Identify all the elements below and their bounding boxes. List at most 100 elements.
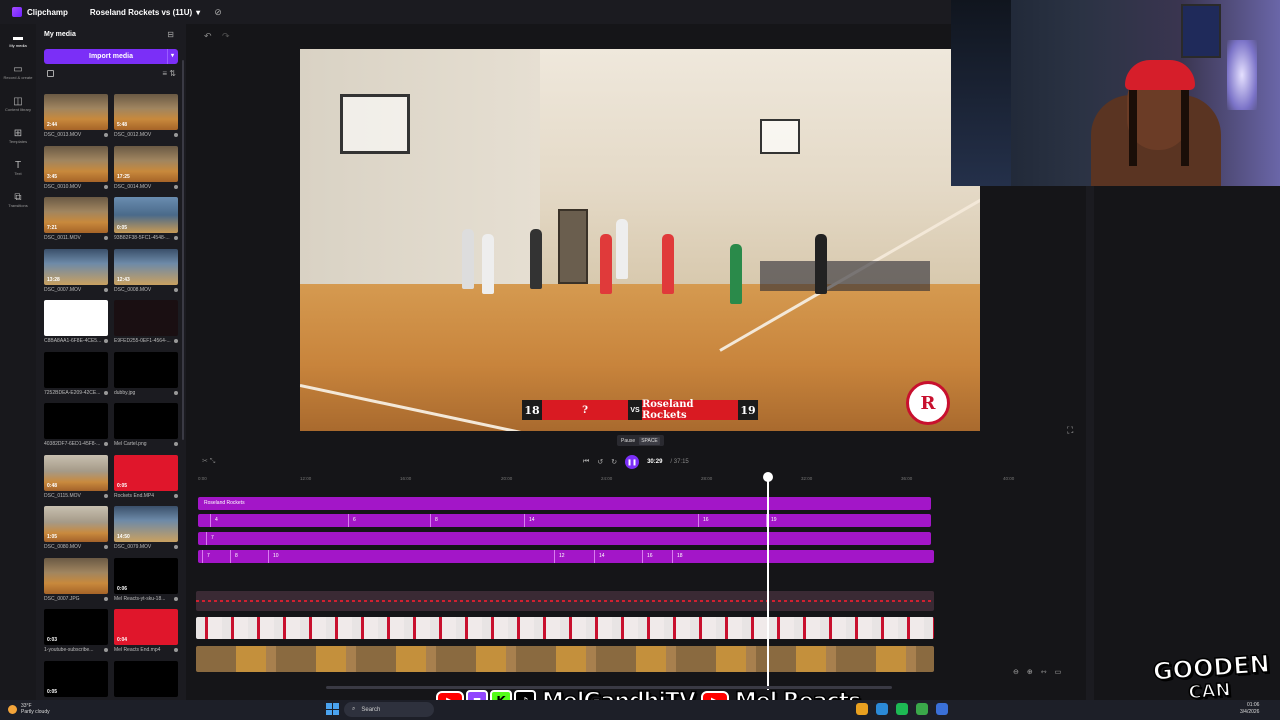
edge-icon[interactable] (876, 703, 888, 715)
logo-overlay-track[interactable] (196, 617, 934, 639)
zoom-out-icon[interactable]: ⊖ (1013, 668, 1019, 676)
weather-widget[interactable]: 33°F Partly cloudy (8, 703, 50, 715)
media-item[interactable]: 7252BDEA-E209-42CE... (44, 351, 108, 404)
text-clip[interactable]: 16 (698, 514, 709, 527)
weather-icon (8, 704, 17, 714)
rail-item-templates[interactable]: ⊞ Templates (0, 120, 36, 152)
app-icon[interactable] (936, 703, 948, 715)
zoom-in-icon[interactable]: ⊕ (1027, 668, 1033, 676)
rail-item-content-library[interactable]: ◫ Content library (0, 88, 36, 120)
media-item[interactable]: E9FED255-0EF1-4564-... (114, 300, 178, 352)
media-name: DSC_0010.MOV (44, 183, 82, 190)
rewind-icon[interactable]: ↺ (597, 458, 603, 466)
rail-item-transitions[interactable]: ⧉ Transitions (0, 184, 36, 216)
media-item[interactable]: 2:44 DSC_0013.MOV (44, 94, 108, 146)
import-media-label: Import media (89, 53, 133, 60)
media-status-dot (104, 442, 108, 446)
pause-button[interactable]: ❚❚ (625, 455, 640, 469)
project-name: Roseland Rockets vs (11U) (89, 7, 193, 17)
app-icon[interactable] (916, 703, 928, 715)
media-item[interactable]: DSC_0007.JPG (44, 557, 108, 610)
audio-track[interactable] (196, 591, 934, 611)
text-clip[interactable]: 18 (672, 550, 683, 563)
spotify-icon[interactable] (896, 703, 908, 715)
media-item[interactable]: Mel Cartel.png (114, 403, 178, 455)
properties-panel (1094, 186, 1244, 700)
text-clip[interactable]: 14 (524, 514, 535, 527)
select-all-checkbox[interactable] (47, 70, 54, 77)
media-scrollbar[interactable] (182, 60, 184, 440)
text-clip[interactable]: 8 (430, 514, 438, 527)
media-duration: 2:44 (47, 122, 58, 128)
playhead[interactable] (767, 476, 769, 690)
sort-filter-icon[interactable]: ≡ ⇅ (162, 69, 176, 78)
fit-timeline-icon[interactable]: ⇿ (1041, 668, 1047, 676)
app-name: Clipchamp (27, 7, 68, 17)
media-item[interactable]: 13:28 DSC_0007.MOV (44, 248, 108, 301)
text-clip[interactable]: 7 (206, 532, 214, 545)
title-track[interactable]: Roseland Rockets (198, 497, 931, 510)
cloud-sync-icon[interactable]: ⊘ (214, 7, 222, 18)
project-name-dropdown[interactable]: Roseland Rockets vs (11U) ▾ (90, 8, 200, 17)
media-item[interactable]: 0:05 93B82F38-5FC1-4548-... (114, 197, 178, 249)
media-duration: 3:45 (47, 173, 58, 180)
media-item[interactable]: C8BA8AA1-6F8E-4CE5... (44, 300, 108, 352)
current-time: 30:29 (647, 459, 663, 465)
text-track-3[interactable]: 7 (198, 532, 931, 545)
media-duration: 7:21 (47, 225, 58, 231)
media-item[interactable]: 7:21 DSC_0011.MOV (44, 197, 108, 249)
import-media-button[interactable]: Import media ▾ (44, 49, 178, 64)
text-track-4[interactable]: 7 8 10 12 14 16 18 (198, 550, 934, 563)
media-item[interactable]: 17:25 DSC_0014.MOV (114, 145, 178, 198)
media-panel-title: My media (44, 31, 76, 38)
media-thumbnail: 12:43 (114, 248, 178, 285)
media-item[interactable]: 5:48 DSC_0012.MOV (114, 94, 178, 146)
media-item[interactable]: 40382DF7-6ED1-45F8-... (44, 403, 108, 455)
split-tool-icon[interactable]: ✂ ⤡ (202, 457, 215, 466)
ruler-tick-label: 16:00 (400, 476, 412, 481)
media-thumbnail: 5:48 (114, 94, 178, 130)
media-item[interactable]: 12:43 DSC_0008.MOV (114, 248, 178, 301)
start-button-icon[interactable] (326, 703, 339, 715)
media-duration: 17:25 (117, 173, 130, 180)
text-clip[interactable]: 8 (230, 550, 238, 563)
media-item[interactable]: 0:05 Rockets End.MP4 (114, 454, 178, 507)
media-item[interactable]: 0:03 1-youtube-subscribe... (44, 609, 108, 661)
media-thumbnail (114, 300, 178, 336)
media-item[interactable]: dubby.jpg (114, 351, 178, 404)
text-clip[interactable]: 10 (268, 550, 279, 563)
text-clip[interactable]: 6 (348, 514, 356, 527)
title-clip[interactable]: Roseland Rockets (200, 497, 245, 510)
text-clip[interactable]: 12 (554, 550, 565, 563)
media-item[interactable]: 14:50 DSC_0079.MOV (114, 506, 178, 558)
clock[interactable]: 01:06 3/4/2026 (1240, 702, 1259, 716)
collapse-panel-icon[interactable]: ⊟ (167, 30, 174, 39)
text-track-2[interactable]: 4 6 8 14 16 19 (198, 514, 931, 527)
rail-item-my-media[interactable]: ▬ My media (0, 24, 36, 56)
chrome-icon[interactable] (856, 703, 868, 715)
video-track[interactable] (196, 646, 934, 672)
forward-icon[interactable]: ↻ (611, 458, 617, 466)
skip-back-icon[interactable]: ⏮ (583, 458, 589, 466)
video-preview[interactable]: 18 ? VS Roseland Rockets 19 R (300, 49, 980, 431)
redo-icon[interactable]: ↷ (222, 31, 230, 42)
chevron-down-icon[interactable]: ▾ (166, 49, 174, 64)
media-item[interactable]: 1:05 DSC_0080.MOV (44, 506, 108, 558)
media-item[interactable]: 0:04 Mel Reacts End.mp4 (114, 609, 178, 661)
media-item[interactable]: 3:45 DSC_0010.MOV (44, 145, 108, 198)
taskbar-search[interactable]: ⌕ Search (344, 702, 434, 717)
text-clip[interactable]: 16 (642, 550, 653, 563)
rail-item-record[interactable]: ▭ Record & create (0, 56, 36, 88)
media-status-dot (104, 648, 108, 652)
text-clip[interactable]: 4 (210, 514, 218, 527)
rail-item-text[interactable]: T Text (0, 152, 36, 184)
media-item[interactable]: 0:48 DSC_0115.MOV (44, 454, 108, 507)
fullscreen-icon[interactable]: ⛶ (1067, 425, 1073, 436)
text-clip[interactable]: 7 (202, 550, 210, 563)
text-clip[interactable]: 14 (594, 550, 605, 563)
undo-icon[interactable]: ↶ (204, 31, 212, 42)
expand-timeline-icon[interactable]: ▭ (1055, 668, 1062, 676)
playhead-handle[interactable] (763, 472, 773, 482)
media-item[interactable]: 0:06 Mel Reacts-yt-sku-18... (114, 557, 178, 610)
media-duration: 0:03 (47, 637, 58, 643)
